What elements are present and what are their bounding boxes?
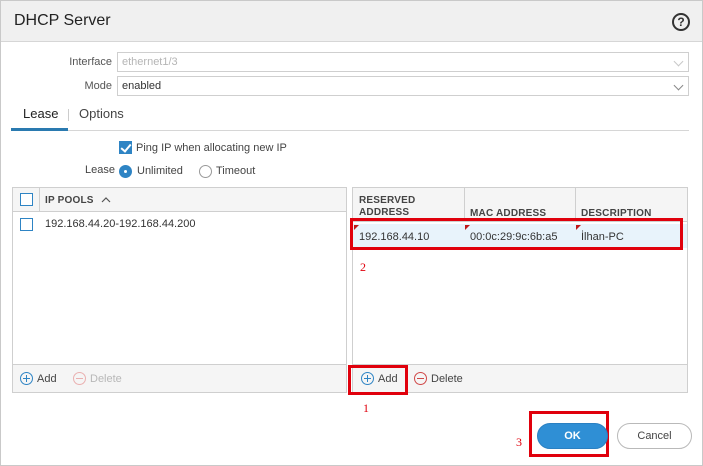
ip-pools-panel: IP POOLS 192.168.44.20-192.168.44.200 Ad…	[12, 187, 347, 393]
ip-pools-header: IP POOLS	[13, 188, 346, 212]
delete-icon	[73, 372, 86, 385]
ip-pools-column-header[interactable]: IP POOLS	[45, 195, 94, 206]
ping-ip-label: Ping IP when allocating new IP	[136, 142, 287, 154]
add-icon[interactable]	[20, 372, 33, 385]
chevron-down-icon	[673, 56, 684, 67]
ip-pools-add-button[interactable]: Add	[37, 373, 57, 385]
annotation-highlight-row	[350, 218, 683, 250]
reserved-address-column-header[interactable]: RESERVED ADDRESS	[359, 195, 449, 219]
lease-label: Lease	[85, 164, 115, 176]
unlimited-radio[interactable]	[119, 165, 132, 178]
annotation-number-2: 2	[360, 260, 366, 274]
interface-select: ethernet1/3	[117, 52, 689, 72]
annotation-highlight-add	[348, 365, 408, 395]
sort-ascending-icon[interactable]	[101, 196, 111, 203]
tab-lease[interactable]: Lease	[23, 106, 58, 121]
interface-value: ethernet1/3	[122, 56, 178, 68]
mode-select[interactable]: enabled	[117, 76, 689, 96]
tab-bar: Lease Options	[11, 101, 689, 131]
header-divider	[575, 188, 576, 222]
chevron-down-icon[interactable]	[673, 80, 684, 91]
select-all-checkbox[interactable]	[20, 193, 33, 206]
ip-pool-value: 192.168.44.20-192.168.44.200	[45, 218, 196, 230]
dhcp-server-dialog: DHCP Server ? Interface ethernet1/3 Mode…	[0, 0, 703, 466]
help-icon[interactable]: ?	[672, 13, 690, 31]
mode-value: enabled	[122, 80, 162, 92]
active-tab-indicator	[11, 128, 68, 131]
reserved-header: RESERVED ADDRESS MAC ADDRESS DESCRIPTION	[353, 188, 687, 222]
tab-divider	[68, 109, 69, 121]
interface-label: Interface	[69, 56, 112, 68]
reserved-delete-button[interactable]: Delete	[431, 373, 463, 385]
dialog-title: DHCP Server	[14, 12, 111, 29]
table-row[interactable]: 192.168.44.20-192.168.44.200	[13, 212, 346, 236]
mode-label: Mode	[84, 80, 112, 92]
unlimited-label: Unlimited	[137, 165, 183, 177]
timeout-radio[interactable]	[199, 165, 212, 178]
cancel-button[interactable]: Cancel	[617, 423, 692, 449]
ip-pools-delete-button: Delete	[90, 373, 122, 385]
row-checkbox[interactable]	[20, 218, 33, 231]
timeout-label: Timeout	[216, 165, 256, 177]
delete-icon[interactable]	[414, 372, 427, 385]
header-divider	[464, 188, 465, 222]
dialog-titlebar: DHCP Server ?	[1, 1, 702, 42]
tab-options[interactable]: Options	[79, 106, 124, 121]
annotation-number-1: 1	[363, 401, 369, 415]
ok-button[interactable]: OK	[537, 423, 608, 449]
ping-ip-checkbox[interactable]	[119, 141, 132, 154]
header-divider	[39, 188, 40, 212]
ip-pools-footer: Add Delete	[13, 364, 346, 392]
annotation-number-3: 3	[516, 435, 522, 449]
